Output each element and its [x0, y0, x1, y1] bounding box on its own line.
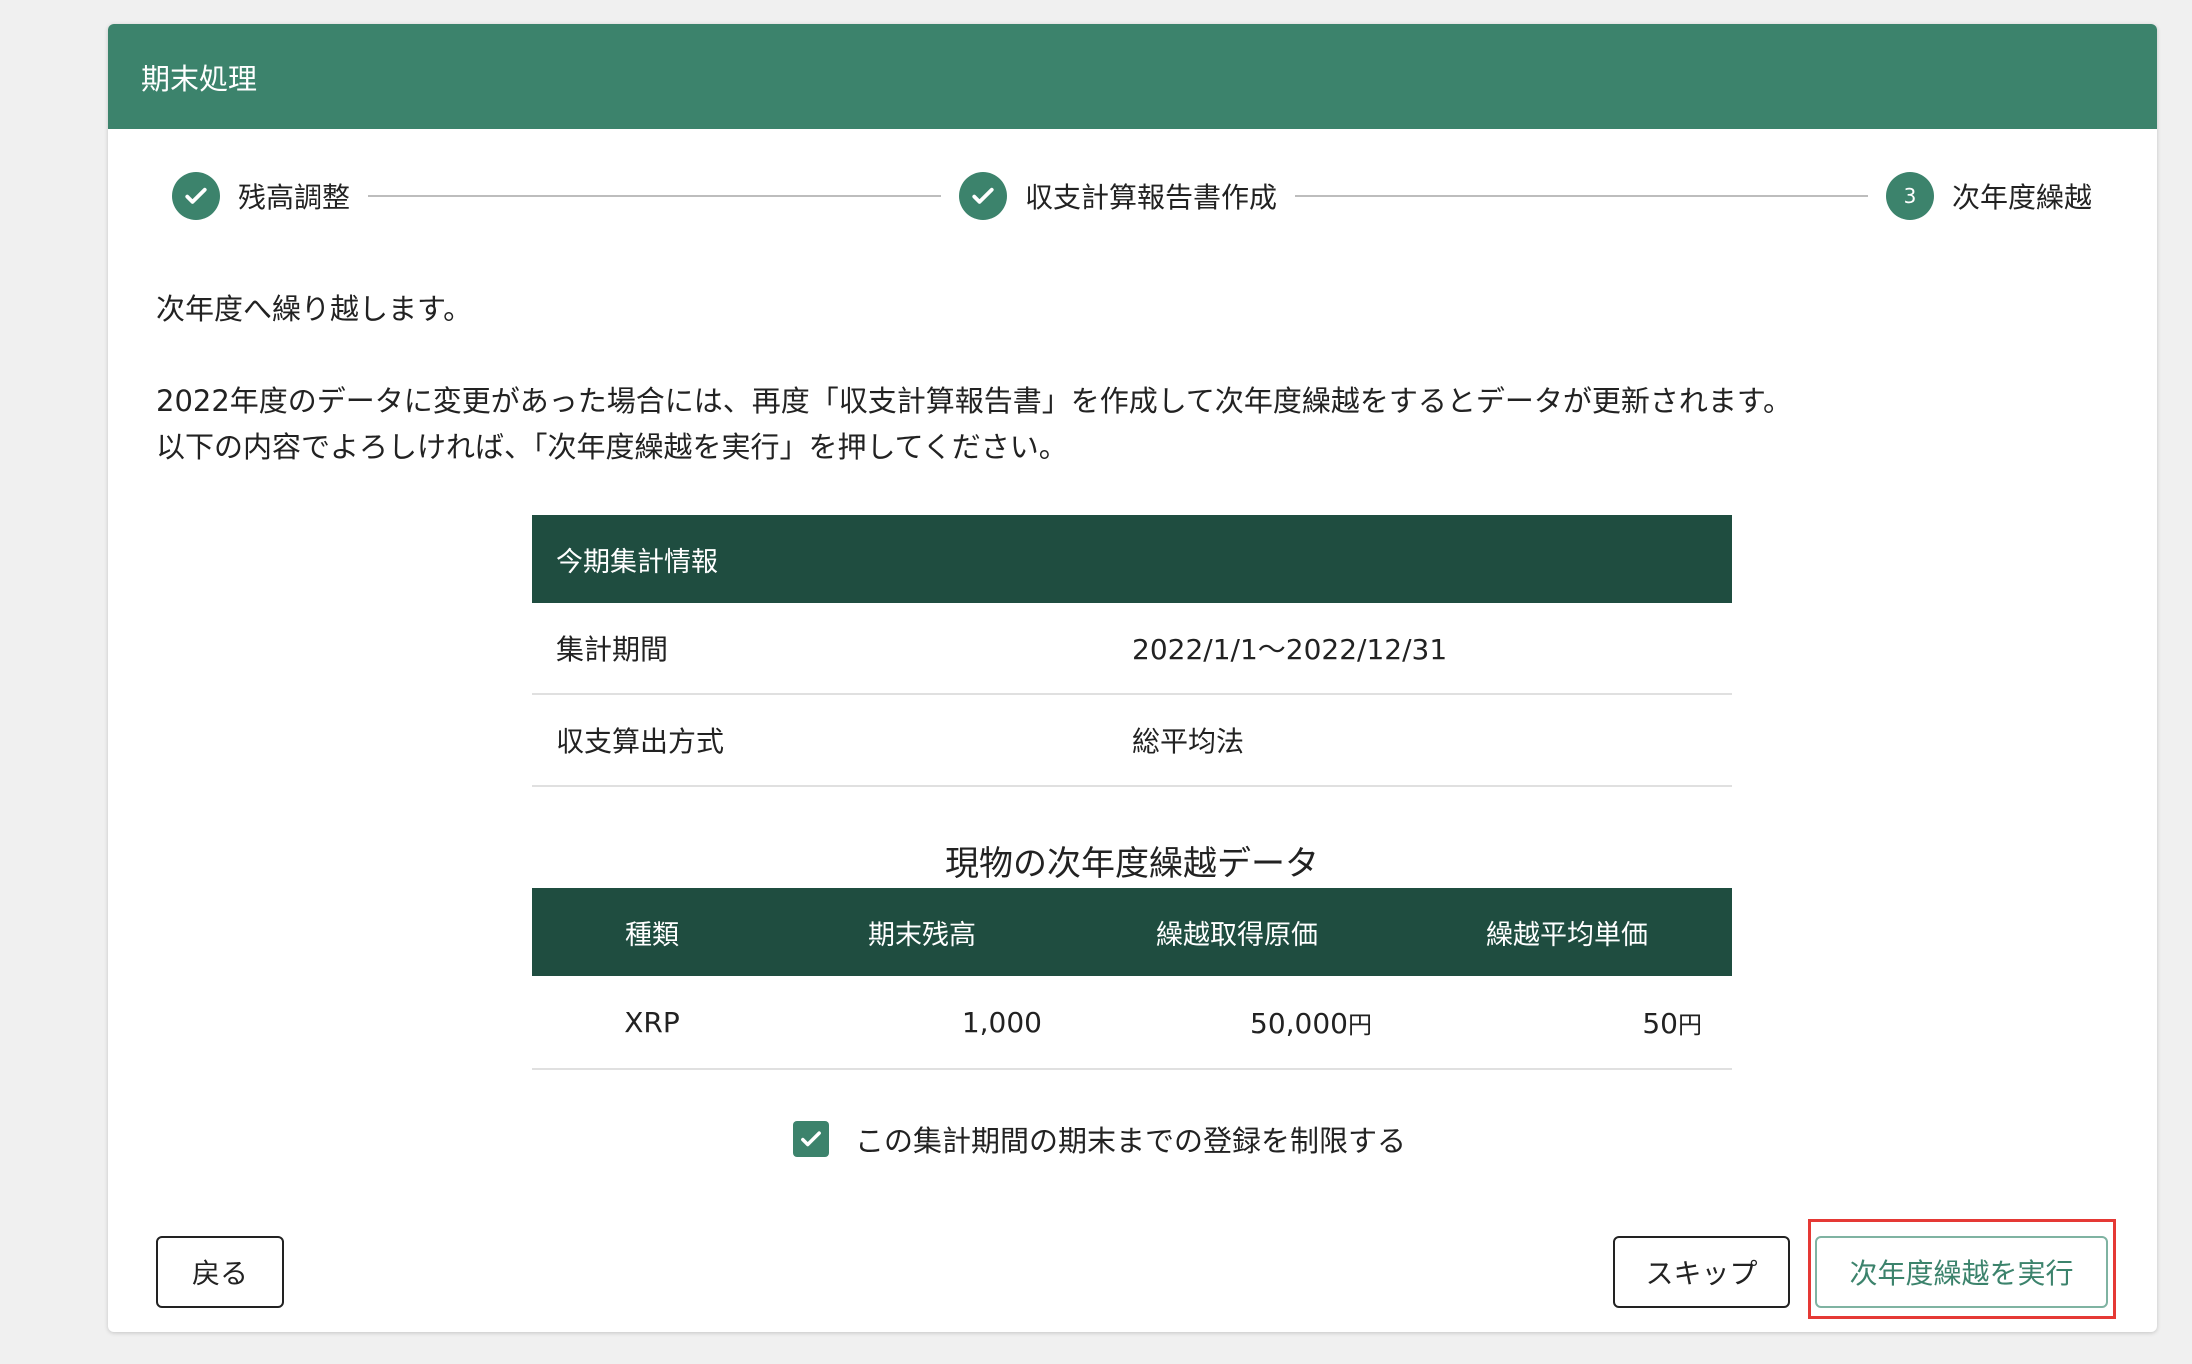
execute-carry-forward-button[interactable]: 次年度繰越を実行: [1815, 1236, 2108, 1308]
back-button[interactable]: 戻る: [156, 1236, 284, 1308]
avg-value: 50: [1642, 1006, 1678, 1040]
col-header: 繰越取得原価: [1156, 919, 1318, 951]
skip-button[interactable]: スキップ: [1613, 1236, 1790, 1308]
cell-cost: 50,000円: [1072, 1005, 1402, 1040]
row-value: 総平均法: [1132, 725, 1245, 758]
step-carry-forward: 3 次年度繰越: [1886, 172, 2092, 220]
carry-table-title: 現物の次年度繰越データ: [945, 844, 1319, 884]
cell-average: 50円: [1402, 1005, 1732, 1040]
checkbox-label[interactable]: この集計期間の期末までの登録を制限する: [855, 1118, 1406, 1160]
step-connector: [368, 195, 941, 197]
table-heading-text: 今期集計情報: [556, 546, 718, 578]
table-row: 集計期間 2022/1/1〜2022/12/31: [532, 603, 1732, 695]
intro-line: 2022年度のデータに変更があった場合には、再度「収支計算報告書」を作成して次年…: [156, 384, 1793, 418]
check-icon: [172, 172, 220, 220]
col-header: 期末残高: [868, 919, 976, 951]
table-row: 収支算出方式 総平均法: [532, 695, 1732, 787]
step-label: 次年度繰越: [1952, 181, 2093, 214]
check-icon: [959, 172, 1007, 220]
cost-value: 50,000: [1250, 1006, 1348, 1040]
row-label: 集計期間: [556, 633, 669, 666]
step-label: 収支計算報告書作成: [1025, 181, 1278, 214]
restrict-registration-option[interactable]: この集計期間の期末までの登録を制限する: [793, 1118, 1406, 1160]
period-end-dialog: 期末処理 残高調整 収支計算報告書作成 3 次年度繰越 次年度へ繰り越します。 …: [108, 24, 2157, 1332]
step-balance-adjustment: 残高調整: [172, 172, 350, 220]
step-report-creation: 収支計算報告書作成: [959, 172, 1277, 220]
table-row: XRP 1,000 50,000円 50円: [532, 976, 1732, 1070]
cell-balance: 1,000: [961, 1005, 1042, 1039]
row-label: 収支算出方式: [556, 725, 725, 758]
row-value: 2022/1/1〜2022/12/31: [1132, 633, 1448, 666]
dialog-header: 期末処理: [108, 24, 2157, 129]
checkmark-icon: [801, 1131, 821, 1147]
table-header-row: 種類 期末残高 繰越取得原価 繰越平均単価: [532, 888, 1732, 976]
yen-unit: 円: [1348, 1010, 1372, 1039]
stepper: 残高調整 収支計算報告書作成 3 次年度繰越: [172, 169, 2092, 223]
dialog-title: 期末処理: [141, 61, 258, 96]
step-label: 残高調整: [238, 181, 351, 214]
period-info-table: 今期集計情報 集計期間 2022/1/1〜2022/12/31 収支算出方式 総…: [532, 515, 1732, 787]
restrict-registration-checkbox[interactable]: [793, 1121, 829, 1157]
intro-text: 次年度へ繰り越します。 2022年度のデータに変更があった場合には、再度「収支計…: [156, 286, 1792, 470]
cell-type: XRP: [624, 1005, 680, 1039]
intro-line: 次年度へ繰り越します。: [156, 292, 473, 326]
col-header: 種類: [625, 919, 679, 951]
step-number: 3: [1886, 172, 1934, 220]
table-heading: 今期集計情報: [532, 515, 1732, 603]
step-connector: [1295, 195, 1868, 197]
yen-unit: 円: [1678, 1010, 1702, 1039]
carry-forward-table: 種類 期末残高 繰越取得原価 繰越平均単価 XRP 1,000 50,000円 …: [532, 888, 1732, 1070]
col-header: 繰越平均単価: [1486, 919, 1648, 951]
intro-line: 以下の内容でよろしければ、「次年度繰越を実行」を押してください。: [156, 430, 1068, 464]
